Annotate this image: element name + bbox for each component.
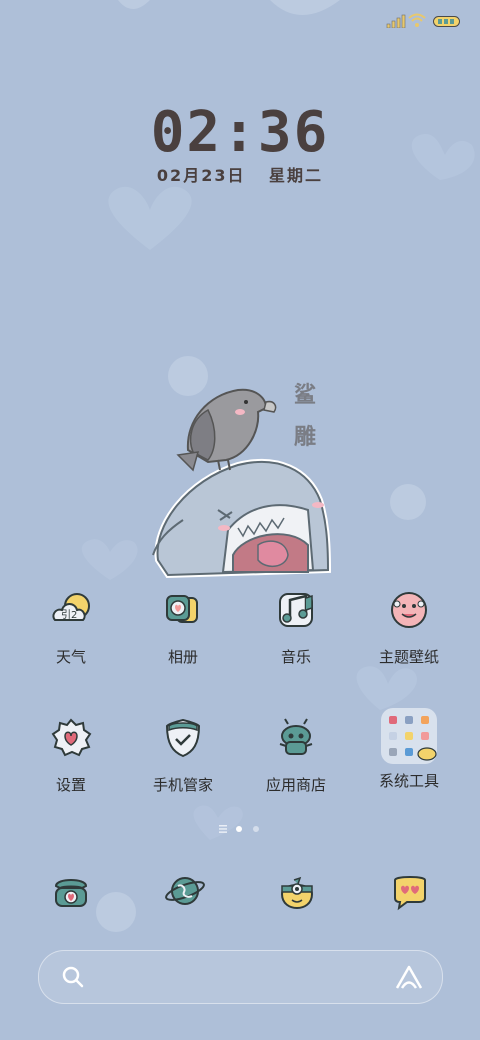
app-label-music: 音乐	[280, 648, 311, 666]
app-label-security: 手机管家	[152, 776, 213, 794]
system-tools-folder-icon	[381, 708, 437, 764]
clock-date[interactable]: 02月23日 星期二	[0, 162, 480, 186]
page-list-icon[interactable]	[219, 825, 227, 833]
assistant-icon[interactable]	[394, 963, 424, 991]
app-music[interactable]: 音乐	[240, 586, 352, 667]
browser-icon[interactable]	[162, 868, 208, 914]
themes-icon	[385, 586, 433, 634]
search-icon[interactable]	[61, 965, 85, 989]
app-label-gallery: 相册	[167, 648, 198, 666]
widget-title-line1: 鲨	[294, 383, 317, 408]
app-weather[interactable]: 引2 天气	[15, 586, 127, 667]
app-store[interactable]: 应用商店	[240, 714, 352, 795]
wifi-icon	[408, 13, 426, 27]
app-label-settings: 设置	[55, 776, 86, 794]
app-gallery[interactable]: 相册	[127, 586, 239, 667]
page-dot-active[interactable]	[236, 826, 242, 832]
camera-icon[interactable]	[274, 868, 320, 914]
security-icon	[159, 714, 207, 762]
phone-icon[interactable]	[48, 868, 94, 914]
widget-title-line2: 雕	[294, 425, 317, 450]
gallery-icon	[159, 586, 207, 634]
shark-eagle-widget[interactable]: 鲨 雕	[148, 360, 338, 580]
app-system-tools-folder[interactable]: 系统工具	[353, 708, 465, 791]
music-icon	[272, 586, 320, 634]
app-label-system-tools: 系统工具	[378, 772, 439, 790]
widget-title: 鲨 雕	[294, 382, 316, 452]
app-store-icon	[272, 714, 320, 762]
search-bar[interactable]	[38, 950, 443, 1004]
app-security[interactable]: 手机管家	[127, 714, 239, 795]
clock-time[interactable]: 02:36	[0, 100, 480, 165]
page-dot[interactable]	[253, 826, 259, 832]
messages-icon[interactable]	[387, 868, 433, 914]
app-settings[interactable]: 设置	[15, 714, 127, 795]
signal-icon	[386, 14, 406, 28]
battery-icon	[433, 16, 460, 27]
settings-icon	[47, 714, 95, 762]
weather-icon-text: 引2	[61, 609, 77, 621]
date-weekday: 星期二	[269, 166, 324, 185]
weather-icon: 引2	[47, 586, 95, 634]
app-themes[interactable]: 主题壁纸	[353, 586, 465, 667]
app-label-weather: 天气	[55, 648, 86, 666]
app-label-themes: 主题壁纸	[378, 648, 439, 666]
date-day: 02月23日	[156, 166, 246, 185]
status-bar	[0, 0, 480, 40]
app-label-app-store: 应用商店	[265, 776, 326, 794]
page-indicator[interactable]	[0, 822, 480, 836]
